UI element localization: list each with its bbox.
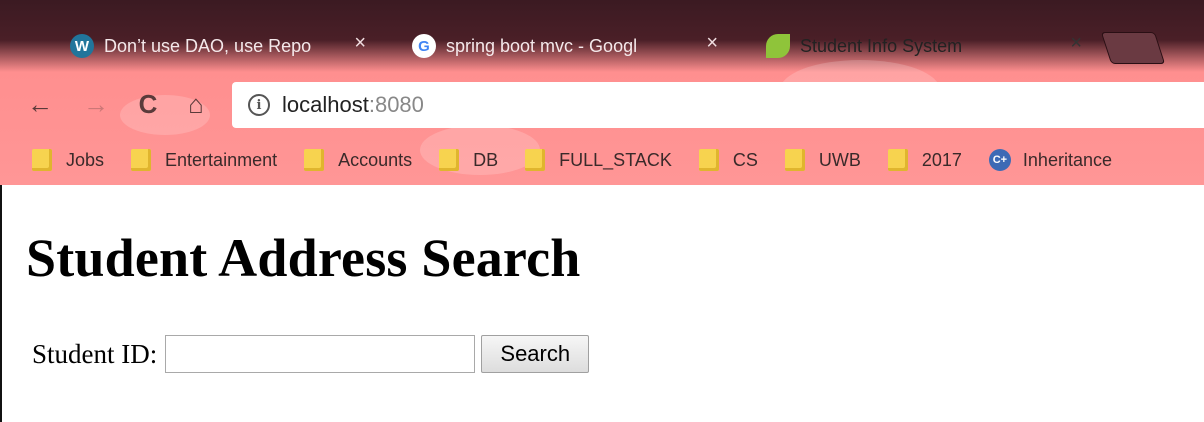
bookmark-label: 2017 [921, 149, 962, 170]
folder-icon [32, 149, 52, 171]
student-search-form: Student ID: Search [32, 335, 590, 373]
bookmark-jobs[interactable]: Jobs [32, 149, 104, 171]
bookmark-uwb[interactable]: UWB [784, 149, 861, 171]
wordpress-icon: W [70, 34, 94, 58]
page-title: Student Address Search [26, 228, 581, 288]
home-icon[interactable]: ⌂ [178, 86, 214, 122]
student-id-input[interactable] [165, 335, 476, 373]
tab-dont-use-dao[interactable]: W Don’t use DAO, use Repo × [28, 20, 388, 72]
browser-chrome: W Don’t use DAO, use Repo × G spring boo… [0, 0, 1204, 185]
tab-google-search[interactable]: G spring boot mvc - Googl × [370, 20, 740, 72]
folder-icon [525, 149, 546, 171]
bookmark-label: DB [473, 149, 499, 170]
tab-title: Student Info System [800, 35, 963, 56]
toolbar: ← → C ⌂ i localhost:8080 [0, 72, 1204, 136]
bookmark-full-stack[interactable]: FULL_STACK [525, 149, 672, 171]
bookmark-accounts[interactable]: Accounts [304, 149, 412, 171]
new-tab-button[interactable] [1100, 32, 1166, 64]
spring-leaf-icon [766, 34, 790, 58]
bookmarks-bar: Jobs Entertainment Accounts DB FULL_STAC… [0, 140, 1204, 180]
tab-student-info-system[interactable]: Student Info System × [724, 20, 1104, 72]
tab-strip: W Don’t use DAO, use Repo × G spring boo… [0, 0, 1204, 72]
bookmark-entertainment[interactable]: Entertainment [131, 149, 277, 171]
folder-icon [887, 149, 908, 171]
folder-icon [698, 149, 719, 171]
bookmark-label: CS [732, 149, 758, 170]
bookmark-label: FULL_STACK [559, 149, 672, 170]
folder-icon [304, 149, 325, 171]
bookmark-label: Accounts [338, 149, 413, 170]
info-icon[interactable]: i [248, 94, 270, 116]
folder-icon [439, 149, 460, 171]
reload-icon[interactable]: C [130, 86, 166, 122]
back-arrow-icon[interactable]: ← [22, 86, 58, 122]
bookmark-db[interactable]: DB [439, 149, 498, 171]
address-bar[interactable]: i localhost:8080 [232, 82, 1204, 128]
tab-title: Don’t use DAO, use Repo [104, 35, 312, 56]
bookmark-label: Entertainment [165, 149, 278, 170]
forward-arrow-icon[interactable]: → [78, 86, 114, 122]
google-icon: G [412, 34, 436, 58]
cpp-icon: C+ [988, 149, 1011, 171]
bookmark-label: Jobs [66, 149, 105, 170]
close-icon[interactable]: × [1070, 32, 1082, 55]
bookmark-label: Inheritance [1022, 149, 1112, 170]
bookmark-cs[interactable]: CS [698, 149, 758, 171]
bookmark-2017[interactable]: 2017 [887, 149, 962, 171]
url-port: :8080 [368, 92, 424, 117]
student-id-label: Student ID: [32, 338, 158, 369]
tab-title: spring boot mvc - Googl [446, 35, 638, 56]
close-icon[interactable]: × [354, 32, 366, 55]
page-content: Student Address Search Student ID: Searc… [0, 185, 1204, 422]
folder-icon [784, 149, 805, 171]
url-host: localhost [282, 92, 369, 117]
bookmark-inheritance[interactable]: C+ Inheritance [988, 149, 1112, 171]
search-button[interactable]: Search [481, 335, 590, 373]
bookmark-label: UWB [818, 149, 861, 170]
close-icon[interactable]: × [706, 32, 718, 55]
folder-icon [131, 149, 152, 171]
